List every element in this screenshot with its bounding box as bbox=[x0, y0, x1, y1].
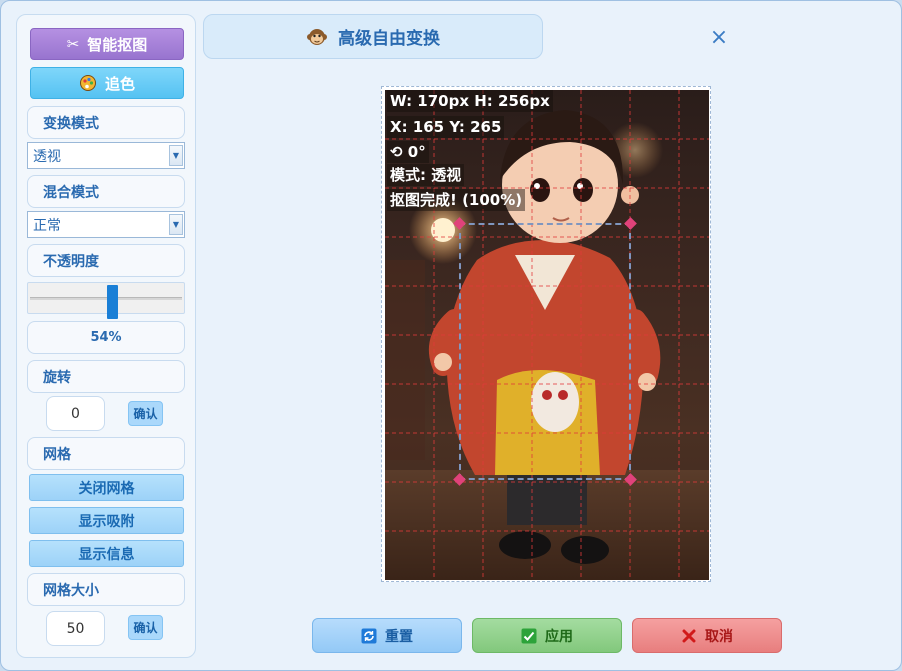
opacity-slider[interactable] bbox=[27, 282, 185, 319]
refresh-icon bbox=[361, 628, 377, 644]
slider-track bbox=[30, 297, 182, 300]
rotation-heading: 旋转 bbox=[27, 360, 185, 393]
smart-cutout-label: 智能抠图 bbox=[87, 35, 148, 54]
blend-mode-heading: 混合模式 bbox=[27, 175, 185, 208]
selection-box[interactable] bbox=[459, 223, 631, 480]
info-mode: 模式: 透视 bbox=[387, 164, 465, 186]
toggle-grid-button[interactable]: 关闭网格 bbox=[29, 474, 184, 501]
monkey-icon bbox=[306, 26, 328, 48]
color-match-label: 追色 bbox=[104, 74, 135, 93]
control-panel: ✂ 智能抠图 追色 变换模式 透视 ▼ 混合模式 正常 ▼ 不透明度 54% 旋… bbox=[16, 14, 196, 658]
grid-size-input[interactable]: 50 bbox=[46, 611, 105, 646]
cross-icon bbox=[681, 628, 697, 644]
info-status: 抠图完成! (100%) bbox=[387, 189, 526, 211]
rotation-input[interactable]: 0 bbox=[46, 396, 105, 431]
chevron-down-icon[interactable]: ▼ bbox=[169, 145, 183, 166]
blend-mode-select[interactable]: 正常 ▼ bbox=[27, 211, 185, 238]
dialog-title: 高级自由变换 bbox=[338, 29, 440, 49]
grid-heading: 网格 bbox=[27, 437, 185, 470]
dialog-title-bar: 高级自由变换 bbox=[203, 14, 543, 59]
smart-cutout-button[interactable]: ✂ 智能抠图 bbox=[30, 28, 184, 60]
cancel-label: 取消 bbox=[705, 628, 733, 645]
show-info-button[interactable]: 显示信息 bbox=[29, 540, 184, 567]
slider-thumb[interactable] bbox=[107, 285, 118, 319]
grid-size-confirm-button[interactable]: 确认 bbox=[128, 615, 163, 640]
rotation-confirm-button[interactable]: 确认 bbox=[128, 401, 163, 426]
cancel-button[interactable]: 取消 bbox=[632, 618, 782, 653]
scissors-icon: ✂ bbox=[66, 35, 80, 53]
info-position: X: 165 Y: 265 bbox=[387, 116, 505, 138]
color-match-button[interactable]: 追色 bbox=[30, 67, 184, 99]
reset-label: 重置 bbox=[385, 628, 413, 645]
blend-mode-value: 正常 bbox=[33, 217, 61, 234]
opacity-value: 54% bbox=[27, 321, 185, 354]
checkmark-icon bbox=[521, 628, 537, 644]
reset-button[interactable]: 重置 bbox=[312, 618, 462, 653]
apply-label: 应用 bbox=[545, 628, 573, 645]
apply-button[interactable]: 应用 bbox=[472, 618, 622, 653]
transform-mode-select[interactable]: 透视 ▼ bbox=[27, 142, 185, 169]
close-icon[interactable]: × bbox=[707, 25, 731, 50]
show-snap-button[interactable]: 显示吸附 bbox=[29, 507, 184, 534]
grid-size-heading: 网格大小 bbox=[27, 573, 185, 606]
chevron-down-icon[interactable]: ▼ bbox=[169, 214, 183, 235]
transform-dialog: ✂ 智能抠图 追色 变换模式 透视 ▼ 混合模式 正常 ▼ 不透明度 54% 旋… bbox=[0, 0, 902, 671]
transform-mode-heading: 变换模式 bbox=[27, 106, 185, 139]
info-rotation: ⟲ 0° bbox=[387, 141, 429, 163]
palette-icon bbox=[79, 74, 97, 92]
opacity-heading: 不透明度 bbox=[27, 244, 185, 277]
info-size: W: 170px H: 256px bbox=[387, 90, 553, 112]
transform-mode-value: 透视 bbox=[33, 148, 61, 165]
